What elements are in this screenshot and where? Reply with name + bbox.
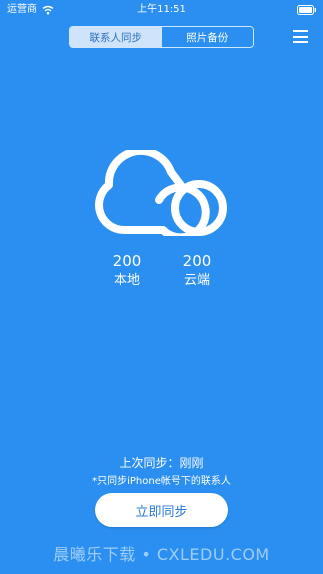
battery-icon [297, 5, 316, 15]
local-count-label: 本地 [113, 273, 140, 288]
sync-now-button[interactable]: 立即同步 [95, 493, 228, 527]
sync-scope-note: *只同步iPhone帐号下的联系人 [92, 476, 231, 487]
cloud-icon [95, 150, 227, 236]
cloud-count: 200 云端 [172, 252, 222, 289]
cloud-count-label: 云端 [183, 273, 210, 288]
last-sync-text: 上次同步：刚刚 [119, 456, 204, 470]
watermark: 晨曦乐下载 • CXLEDU.COM [53, 545, 270, 564]
tab-contacts-sync[interactable]: 联系人同步 [70, 27, 162, 47]
cloud-count-value: 200 [182, 252, 212, 270]
status-time: 上午11:51 [137, 4, 186, 15]
local-count: 200 本地 [102, 252, 152, 289]
local-count-value: 200 [112, 252, 142, 270]
status-bar: 运营商 上午11:51 [0, 0, 323, 20]
tab-photo-backup[interactable]: 照片备份 [162, 27, 254, 47]
menu-icon[interactable] [293, 30, 308, 43]
sync-mode-tabs: 联系人同步 照片备份 [69, 26, 254, 48]
